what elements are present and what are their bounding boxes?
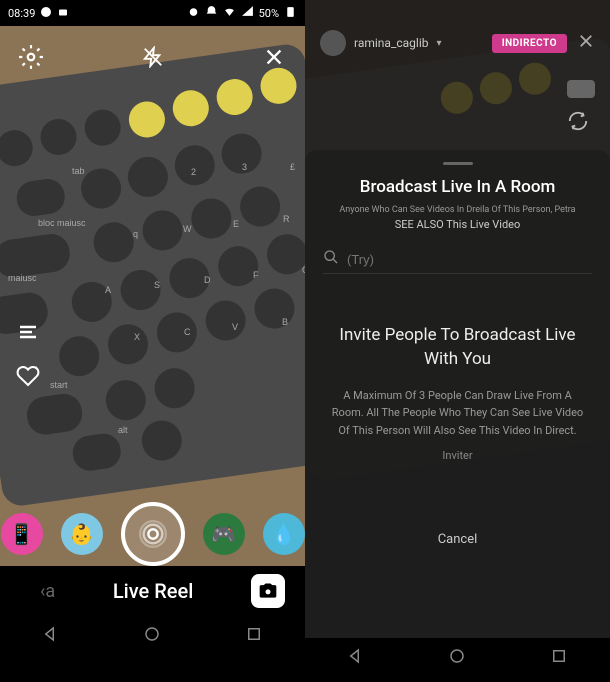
svg-text:A: A <box>105 285 111 295</box>
svg-text:maiusc: maiusc <box>8 273 37 283</box>
nav-recent-icon[interactable] <box>245 625 263 647</box>
svg-text:£: £ <box>290 162 295 172</box>
svg-text:bloc maiusc: bloc maiusc <box>38 218 86 228</box>
svg-text:X: X <box>134 332 140 342</box>
svg-text:q: q <box>133 229 138 239</box>
switch-camera-button[interactable] <box>251 574 285 608</box>
invite-description: A Maximum Of 3 People Can Draw Live From… <box>323 387 592 440</box>
nav-back-icon[interactable] <box>42 625 60 647</box>
cancel-button[interactable]: Cancel <box>323 532 592 547</box>
svg-text:F: F <box>253 270 259 280</box>
wifi-icon <box>223 5 236 21</box>
svg-text:E: E <box>233 219 239 229</box>
effect-item-3[interactable]: 🎮 <box>203 513 245 555</box>
camera-viewfinder: tab bloc maiusc maiusc start alt 2 3 q W… <box>0 26 305 616</box>
svg-text:D: D <box>204 275 211 285</box>
svg-text:2: 2 <box>191 167 196 177</box>
right-screenshot: ramina_caglib ▾ INDIRECTO Broadcast Live… <box>305 0 610 678</box>
settings-icon[interactable] <box>15 41 47 73</box>
nav-home-icon[interactable] <box>143 625 161 647</box>
alarm-icon <box>187 5 200 21</box>
flash-off-icon[interactable] <box>137 41 169 73</box>
close-icon[interactable] <box>258 41 290 73</box>
heart-icon[interactable] <box>12 360 44 392</box>
nav-back-icon[interactable] <box>347 647 365 669</box>
sheet-title: Broadcast Live In A Room <box>323 177 592 197</box>
android-nav-bar <box>0 616 305 656</box>
svg-text:C: C <box>184 327 191 337</box>
username-label[interactable]: ramina_caglib <box>354 36 429 50</box>
effect-item-4[interactable]: 💧 <box>263 513 305 555</box>
microphone-icon[interactable] <box>567 80 595 98</box>
close-icon[interactable] <box>577 32 595 55</box>
drag-handle[interactable] <box>443 162 473 165</box>
whatsapp-icon <box>40 6 52 21</box>
svg-text:tab: tab <box>72 166 85 176</box>
camera-mode-label[interactable]: Live Reel <box>113 579 194 603</box>
list-icon[interactable] <box>12 316 44 348</box>
signal-icon <box>241 5 254 21</box>
battery-icon <box>284 5 297 21</box>
svg-text:alt: alt <box>118 425 128 435</box>
svg-text:3: 3 <box>242 162 247 172</box>
nav-home-icon[interactable] <box>448 647 466 669</box>
svg-text:R: R <box>283 214 290 224</box>
svg-text:S: S <box>154 280 160 290</box>
search-icon <box>323 249 339 269</box>
nav-recent-icon[interactable] <box>550 647 568 669</box>
search-input[interactable] <box>347 252 592 267</box>
direct-badge: INDIRECTO <box>492 34 567 53</box>
mode-prev-indicator: ‹a <box>40 581 55 602</box>
battery-text: 50% <box>259 7 279 20</box>
sheet-subtitle: Anyone Who Can See Videos In Dreila Of T… <box>323 205 592 215</box>
avatar[interactable] <box>320 30 346 56</box>
dnd-icon <box>205 5 218 21</box>
svg-text:V: V <box>232 322 238 332</box>
camera-status-icon <box>57 6 69 21</box>
effect-item-2[interactable]: 👶 <box>61 513 103 555</box>
inviter-label: Inviter <box>323 449 592 462</box>
switch-camera-icon[interactable] <box>567 110 595 136</box>
effects-carousel[interactable]: 📱 👶 🎮 💧 <box>0 502 305 566</box>
live-shutter-button[interactable] <box>121 502 185 566</box>
broadcast-sheet: Broadcast Live In A Room Anyone Who Can … <box>305 150 610 638</box>
android-nav-bar <box>305 638 610 678</box>
invite-title: Invite People To Broadcast Live With You <box>323 324 592 372</box>
status-time: 08:39 <box>8 7 35 20</box>
svg-text:B: B <box>282 317 288 327</box>
live-header: ramina_caglib ▾ INDIRECTO <box>305 30 610 56</box>
left-screenshot: 08:39 50% <box>0 0 305 678</box>
search-row[interactable] <box>323 245 592 274</box>
sheet-seealso: SEE ALSO This Live Video <box>323 218 592 231</box>
effect-item-1[interactable]: 📱 <box>1 513 43 555</box>
svg-text:start: start <box>50 380 68 390</box>
chevron-down-icon[interactable]: ▾ <box>437 38 442 49</box>
svg-text:W: W <box>183 224 192 234</box>
status-bar: 08:39 50% <box>0 0 305 26</box>
